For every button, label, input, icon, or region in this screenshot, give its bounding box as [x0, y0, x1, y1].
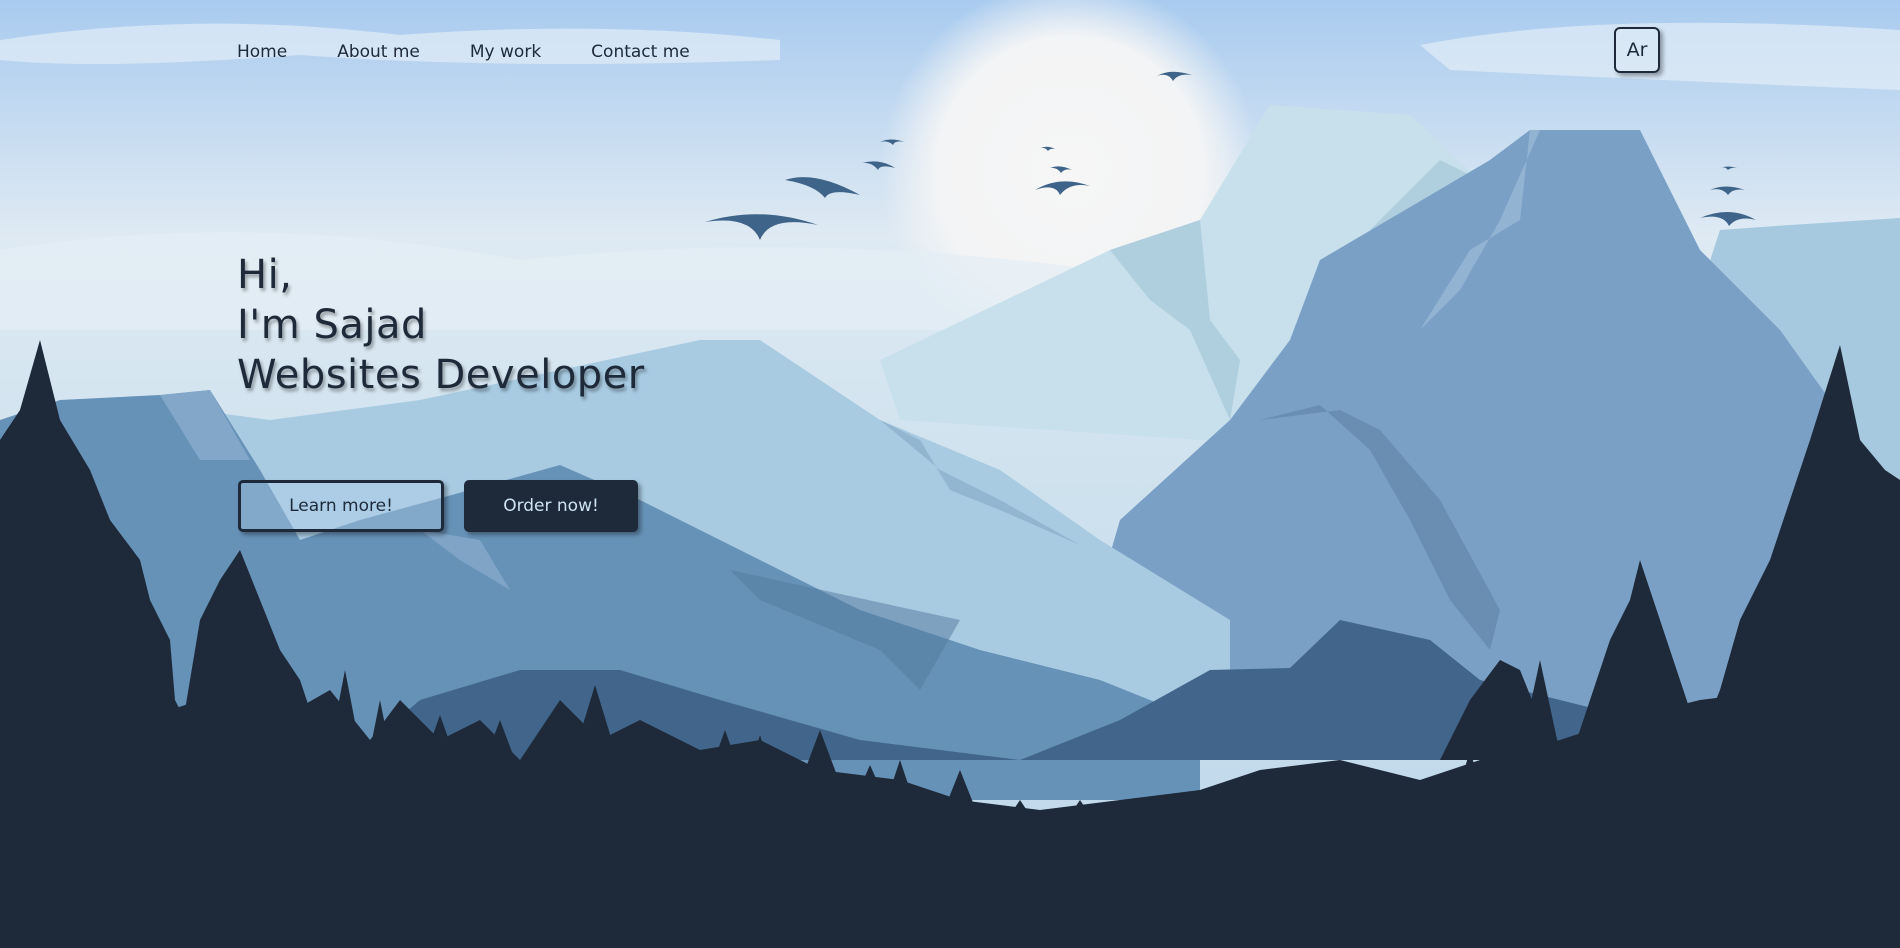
nav-contact-link[interactable]: Contact me [591, 42, 690, 62]
hero-heading: Hi, I'm Sajad Websites Developer [237, 250, 645, 400]
nav-home-link[interactable]: Home [237, 42, 287, 62]
hero-greeting: Hi, [237, 252, 293, 298]
learn-more-button[interactable]: Learn more! [238, 480, 444, 532]
hero-name: I'm Sajad [237, 302, 427, 348]
order-now-button[interactable]: Order now! [464, 480, 638, 532]
main-navigation: Home About me My work Contact me [237, 42, 740, 62]
mountain-landscape-background [0, 0, 1900, 948]
nav-work-link[interactable]: My work [470, 42, 541, 62]
language-toggle-button[interactable]: Ar [1614, 27, 1660, 73]
hero-role: Websites Developer [237, 352, 645, 398]
nav-about-link[interactable]: About me [337, 42, 420, 62]
